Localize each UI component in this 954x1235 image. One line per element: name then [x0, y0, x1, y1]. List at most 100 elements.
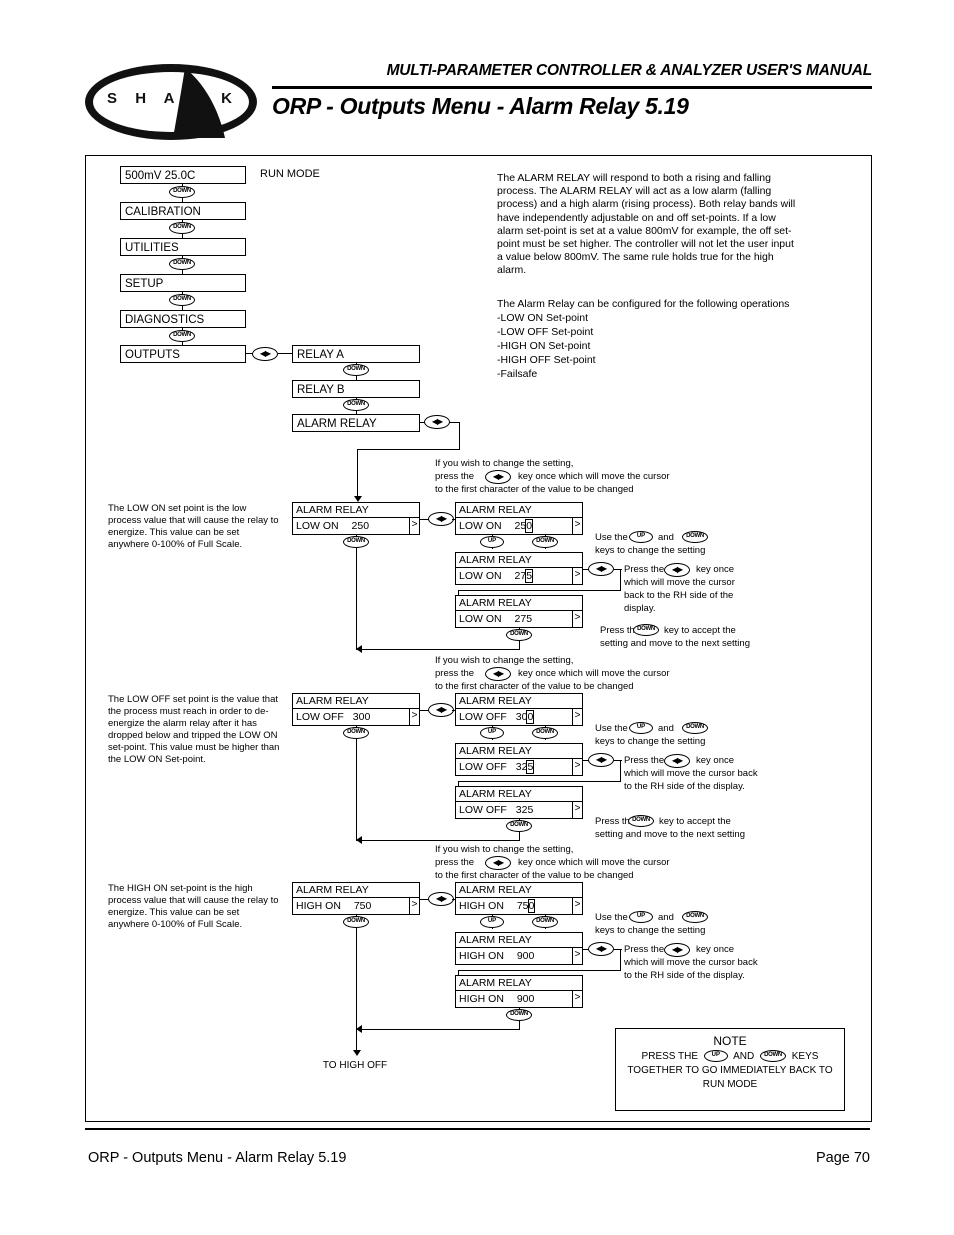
down-key-icon[interactable]: DOWN — [169, 222, 195, 234]
lcd-low-off-main[interactable]: ALARM RELAY LOW OFF 300 > — [292, 693, 420, 726]
left-right-key-icon[interactable]: ◀▶ — [664, 754, 690, 768]
down-key-icon[interactable]: DOWN — [628, 815, 654, 827]
down-key-icon[interactable]: DOWN — [633, 624, 659, 636]
connector — [358, 840, 520, 842]
left-right-key-icon[interactable]: ◀▶ — [485, 667, 511, 681]
page-title: ORP - Outputs Menu - Alarm Relay 5.19 — [272, 93, 689, 119]
footer-title: ORP - Outputs Menu - Alarm Relay 5.19 — [88, 1150, 347, 1166]
lcd-high-on-main[interactable]: ALARM RELAY HIGH ON 750 > — [292, 882, 420, 915]
left-right-key-icon[interactable]: ◀▶ — [588, 753, 614, 767]
lcd-low-off-edit1[interactable]: ALARM RELAY LOW OFF 300 > — [455, 693, 583, 726]
down-key-icon[interactable]: DOWN — [343, 916, 369, 928]
left-right-key-icon[interactable]: ◀▶ — [485, 470, 511, 484]
config-item: -LOW OFF Set-point — [497, 326, 594, 338]
down-key-icon[interactable]: DOWN — [759, 1050, 786, 1063]
lcd-high-on-final[interactable]: ALARM RELAY HIGH ON 900 > — [455, 975, 583, 1008]
lcd-low-on-final[interactable]: ALARM RELAY LOW ON 275 > — [455, 595, 583, 628]
left-right-key-icon[interactable]: ◀▶ — [588, 562, 614, 576]
shark-logo: S H A R K — [85, 58, 265, 146]
section-note-high-on: The HIGH ON set-point is the high proces… — [108, 883, 279, 930]
lcd-high-on-edit2[interactable]: ALARM RELAY HIGH ON 900 > — [455, 932, 583, 965]
config-item: -HIGH OFF Set-point — [497, 354, 596, 366]
connector-arrow — [356, 645, 362, 653]
menu-item-diagnostics[interactable]: DIAGNOSTICS — [120, 310, 246, 328]
instruction-change-l2b: key once which will move the cursor — [518, 668, 670, 679]
instruction-use-keys-c: keys to change the setting — [595, 736, 706, 747]
lcd-low-off-final[interactable]: ALARM RELAY LOW OFF 325 > — [455, 786, 583, 819]
left-right-key-icon[interactable]: ◀▶ — [424, 415, 450, 429]
connector — [358, 649, 520, 651]
menu-item-outputs[interactable]: OUTPUTS — [120, 345, 246, 363]
lcd-low-on-main[interactable]: ALARM RELAY LOW ON 250 > — [292, 502, 420, 535]
instruction-change-l2a: press the — [435, 471, 475, 482]
menu-item-calibration[interactable]: CALIBRATION — [120, 202, 246, 220]
down-key-icon[interactable]: DOWN — [169, 330, 195, 342]
down-key-icon[interactable]: DOWN — [169, 186, 195, 198]
down-key-icon[interactable]: DOWN — [343, 536, 369, 548]
lcd-value-row: LOW ON 275 > — [456, 568, 582, 584]
up-key-icon[interactable]: UP — [480, 536, 504, 548]
lcd-value: 900 — [516, 993, 535, 1005]
down-key-icon[interactable]: DOWN — [532, 727, 558, 739]
lcd-label: LOW OFF — [459, 804, 507, 816]
down-key-icon[interactable]: DOWN — [506, 1009, 532, 1021]
lcd-value-cursor-digit: 0 — [527, 899, 536, 913]
left-right-key-icon[interactable]: ◀▶ — [664, 563, 690, 577]
up-key-icon[interactable]: UP — [480, 916, 504, 928]
up-key-icon[interactable]: UP — [629, 911, 653, 923]
lcd-value-row: LOW OFF 325 > — [456, 802, 582, 818]
note-line2: TOGETHER TO GO IMMEDIATELY BACK TO — [627, 1065, 833, 1076]
menu-item-alarm-relay[interactable]: ALARM RELAY — [292, 414, 420, 432]
menu-item-utilities[interactable]: UTILITIES — [120, 238, 246, 256]
down-key-icon[interactable]: DOWN — [169, 258, 195, 270]
lcd-value-row: HIGH ON 900 > — [456, 991, 582, 1007]
note-line1c: KEYS — [791, 1051, 819, 1062]
up-key-icon[interactable]: UP — [480, 727, 504, 739]
down-key-icon[interactable]: DOWN — [506, 820, 532, 832]
lcd-value: 275 — [514, 613, 533, 625]
up-key-icon[interactable]: UP — [703, 1050, 728, 1063]
menu-item-relay-b[interactable]: RELAY B — [292, 380, 420, 398]
instruction-change-l1: If you wish to change the setting, — [435, 655, 574, 666]
down-key-icon[interactable]: DOWN — [506, 629, 532, 641]
lcd-label: LOW OFF — [459, 711, 507, 723]
connector — [356, 741, 358, 841]
instruction-change-l2a: press the — [435, 668, 475, 679]
instruction-change-l3: to the first character of the value to b… — [435, 870, 634, 881]
down-key-icon[interactable]: DOWN — [169, 294, 195, 306]
lcd-label: HIGH ON — [459, 993, 504, 1005]
down-key-icon[interactable]: DOWN — [682, 531, 708, 543]
down-key-icon[interactable]: DOWN — [682, 722, 708, 734]
left-right-key-icon[interactable]: ◀▶ — [428, 892, 454, 906]
menu-item-setup[interactable]: SETUP — [120, 274, 246, 292]
left-right-key-icon[interactable]: ◀▶ — [428, 512, 454, 526]
lcd-title: ALARM RELAY — [456, 694, 582, 709]
menu-item-run[interactable]: 500mV 25.0C — [120, 166, 246, 184]
connector — [620, 569, 622, 591]
down-key-icon[interactable]: DOWN — [343, 727, 369, 739]
left-right-key-icon[interactable]: ◀▶ — [428, 703, 454, 717]
instruction-press-lr-a: Press the — [624, 564, 665, 575]
lcd-low-on-edit2[interactable]: ALARM RELAY LOW ON 275 > — [455, 552, 583, 585]
config-intro: The Alarm Relay can be configured for th… — [497, 298, 790, 310]
down-key-icon[interactable]: DOWN — [682, 911, 708, 923]
down-key-icon[interactable]: DOWN — [343, 364, 369, 376]
instruction-press-lr-c4: display. — [624, 603, 656, 614]
lcd-low-off-edit2[interactable]: ALARM RELAY LOW OFF 325 > — [455, 743, 583, 776]
lcd-high-on-edit1[interactable]: ALARM RELAY HIGH ON 750 > — [455, 882, 583, 915]
down-key-icon[interactable]: DOWN — [343, 399, 369, 411]
lcd-title: ALARM RELAY — [456, 883, 582, 898]
up-key-icon[interactable]: UP — [629, 722, 653, 734]
instruction-press-lr-w2: which will move the cursor back — [624, 768, 758, 779]
left-right-key-icon[interactable]: ◀▶ — [588, 942, 614, 956]
menu-item-relay-a[interactable]: RELAY A — [292, 345, 420, 363]
left-right-key-icon[interactable]: ◀▶ — [664, 943, 690, 957]
note-box: NOTE PRESS THE UP AND DOWN KEYS TOGETHER… — [615, 1028, 845, 1111]
cursor-marker: > — [572, 759, 582, 775]
down-key-icon[interactable]: DOWN — [532, 916, 558, 928]
left-right-key-icon[interactable]: ◀▶ — [252, 347, 278, 361]
left-right-key-icon[interactable]: ◀▶ — [485, 856, 511, 870]
up-key-icon[interactable]: UP — [629, 531, 653, 543]
lcd-low-on-edit1[interactable]: ALARM RELAY LOW ON 250 > — [455, 502, 583, 535]
down-key-icon[interactable]: DOWN — [532, 536, 558, 548]
